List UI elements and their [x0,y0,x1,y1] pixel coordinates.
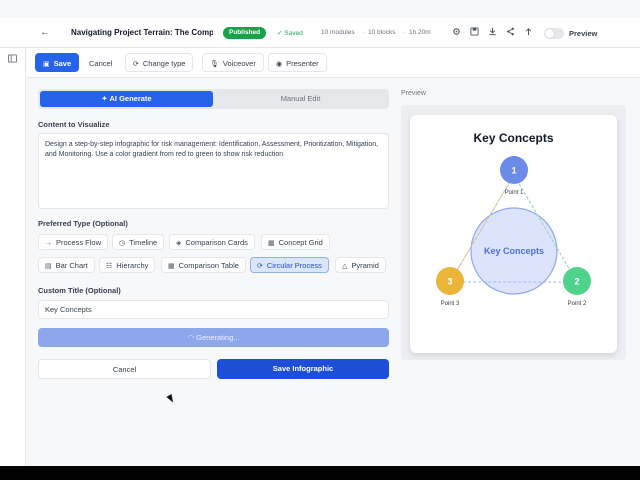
tab-ai-generate[interactable]: ✦ AI Generate [40,91,213,107]
gear-icon[interactable] [451,27,461,38]
custom-title-label: Custom Title (Optional) [38,286,121,295]
type-pyramid[interactable]: △ Pyramid [335,257,386,273]
generating-button[interactable]: ◠ Generating... [38,328,389,347]
refresh-icon: ⟳ [133,61,139,68]
arrow-right-icon: → [45,240,52,247]
point-1-label: Point 1 [505,190,524,196]
preview-title: Preview [401,90,426,97]
infographic-title: Key Concepts [473,131,553,145]
presenter-button[interactable]: ◉ Presenter [268,53,327,72]
content-textarea[interactable]: Design a step-by-step infographic for ri… [38,133,389,209]
save-infographic-button[interactable]: Save Infographic [217,359,389,379]
save-icon[interactable] [469,27,479,38]
type-bar-chart[interactable]: ▤ Bar Chart [38,257,95,273]
app-window: ← Navigating Project Terrain: The Compre… [0,0,640,466]
preview-toggle[interactable] [544,28,564,39]
page-title: Navigating Project Terrain: The Compreh [71,28,213,37]
tab-manual-edit[interactable]: Manual Edit [214,91,387,107]
user-circle-icon: ◉ [276,61,283,68]
grid-icon: ▦ [268,240,275,247]
mode-tabs: ✦ AI Generate Manual Edit [38,89,389,109]
table-icon: ▦ [168,263,175,270]
download-icon[interactable] [487,27,497,38]
point-1-number: 1 [511,166,516,176]
upload-icon[interactable] [523,27,533,38]
save-icon: ▣ [43,61,50,68]
saved-indicator: ✓ Saved [277,30,303,37]
hierarchy-icon: ☷ [106,263,113,270]
blocks-count: 10 blocks [368,29,396,36]
custom-title-input[interactable]: Key Concepts [38,300,389,319]
content-label: Content to Visualize [38,120,110,129]
clock-icon: ◷ [119,240,126,247]
point-2-number: 2 [574,277,579,287]
triangle-icon: △ [342,263,348,270]
center-label: Key Concepts [484,246,544,256]
cancel-button[interactable]: Cancel [81,53,121,72]
type-timeline[interactable]: ◷ Timeline [112,234,165,250]
type-circular-process[interactable]: ⟳ Circular Process [250,257,329,273]
layers-icon: ◈ [176,240,182,247]
editor-toolbar: ▣ Save Cancel ⟳ Change type 🎙 Voiceover ◉ Pr… [27,48,640,78]
point-2-label: Point 2 [568,301,587,307]
circular-process-graphic: Key Concepts Key Concepts 1 Point 1 2 Po… [436,131,591,307]
type-process-flow[interactable]: → Process Flow [38,234,109,250]
spinner-icon: ◠ [187,333,197,342]
type-comparison-cards[interactable]: ◈ Comparison Cards [169,234,255,250]
infographic-preview: Key Concepts Key Concepts 1 Point 1 2 Po… [410,115,617,353]
cycle-icon: ⟳ [257,263,263,270]
change-type-button[interactable]: ⟳ Change type [125,53,194,72]
point-3-label: Point 3 [441,301,460,307]
save-button[interactable]: ▣ Save [35,53,80,72]
voiceover-button[interactable]: 🎙 Voiceover [202,53,264,72]
type-label: Preferred Type (Optional) [38,219,128,228]
top-bar: ← Navigating Project Terrain: The Compre… [0,18,640,48]
preview-toggle-label: Preview [569,29,598,38]
modules-count: 10 modules [321,29,355,36]
cancel-infographic-button[interactable]: Cancel [38,359,211,379]
microphone-icon: 🎙 [210,61,219,68]
arrow-left-icon[interactable]: ← [40,27,50,38]
type-hierarchy[interactable]: ☷ Hierarchy [99,257,156,273]
point-3-number: 3 [447,277,452,287]
share-icon[interactable] [505,27,515,38]
bar-chart-icon: ▤ [45,263,52,270]
mouse-cursor [166,394,176,404]
type-comparison-table[interactable]: ▦ Comparison Table [161,257,246,273]
type-concept-grid[interactable]: ▦ Concept Grid [261,234,330,250]
status-badge: Published [223,27,267,39]
sidebar-toggle-icon[interactable] [8,54,17,65]
left-rail [0,48,26,466]
duration: 1h 20m [409,29,431,36]
